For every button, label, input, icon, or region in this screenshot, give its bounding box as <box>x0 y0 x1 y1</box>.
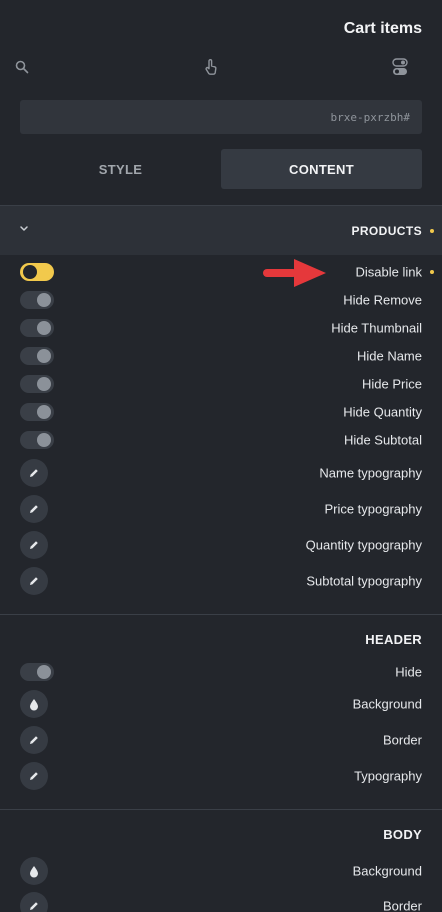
toggle-icon[interactable] <box>390 56 410 78</box>
hide-name-toggle[interactable] <box>20 347 54 365</box>
droplet-icon[interactable] <box>20 690 48 718</box>
tab-style[interactable]: STYLE <box>20 149 221 189</box>
control-label: Hide Price <box>362 376 422 392</box>
control-label: Typography <box>354 768 422 784</box>
hide-thumbnail-toggle[interactable] <box>20 319 54 337</box>
pencil-icon[interactable] <box>20 495 48 523</box>
hide-remove-toggle[interactable] <box>20 291 54 309</box>
control-name-typography: Name typography <box>0 459 442 487</box>
pencil-icon[interactable] <box>20 459 48 487</box>
control-price-typography: Price typography <box>0 495 442 523</box>
control-quantity-typography: Quantity typography <box>0 531 442 559</box>
control-label: Background <box>352 863 422 879</box>
control-label: Hide Remove <box>343 292 422 308</box>
hide-subtotal-toggle[interactable] <box>20 431 54 449</box>
header-group-title: HEADER <box>365 632 422 647</box>
tab-content[interactable]: CONTENT <box>221 149 422 189</box>
divider <box>0 809 442 810</box>
control-body-background: Background <box>0 857 442 885</box>
control-label: Price typography <box>324 501 422 517</box>
droplet-icon[interactable] <box>20 857 48 885</box>
control-hide-thumbnail: Hide Thumbnail <box>0 314 442 342</box>
modified-indicator <box>430 270 434 274</box>
control-label: Quantity typography <box>305 537 422 553</box>
control-header-typography: Typography <box>0 762 442 790</box>
control-label: Hide <box>395 664 422 680</box>
control-label: Subtotal typography <box>306 573 422 589</box>
control-label: Hide Subtotal <box>343 432 422 448</box>
search-icon[interactable] <box>12 56 32 78</box>
products-section-header[interactable]: PRODUCTS <box>0 205 442 255</box>
control-body-border: Border <box>0 892 442 912</box>
control-label: Hide Quantity <box>343 404 422 420</box>
control-header-border: Border <box>0 726 442 754</box>
control-hide-subtotal: Hide Subtotal <box>0 426 442 454</box>
hide-price-toggle[interactable] <box>20 375 54 393</box>
products-section-title: PRODUCTS <box>351 224 422 238</box>
control-header-background: Background <box>0 690 442 718</box>
pencil-icon[interactable] <box>20 762 48 790</box>
tab-bar: STYLE CONTENT <box>20 149 422 189</box>
hide-quantity-toggle[interactable] <box>20 403 54 421</box>
control-header-hide: Hide <box>0 658 442 686</box>
control-label: Hide Thumbnail <box>331 320 422 336</box>
pencil-icon[interactable] <box>20 892 48 912</box>
control-subtotal-typography: Subtotal typography <box>0 567 442 595</box>
header-hide-toggle[interactable] <box>20 663 54 681</box>
control-hide-quantity: Hide Quantity <box>0 398 442 426</box>
control-hide-name: Hide Name <box>0 342 442 370</box>
disable-link-toggle[interactable] <box>20 263 54 281</box>
pencil-icon[interactable] <box>20 567 48 595</box>
pencil-icon[interactable] <box>20 726 48 754</box>
pencil-icon[interactable] <box>20 531 48 559</box>
body-group-title: BODY <box>383 827 422 842</box>
css-selector-value: brxe-pxrzbh# <box>330 110 410 124</box>
control-disable-link: Disable link <box>0 258 442 286</box>
control-label: Disable link <box>355 264 422 280</box>
panel-title: Cart items <box>343 20 422 37</box>
chevron-down-icon[interactable] <box>18 222 30 237</box>
control-label: Border <box>382 898 422 912</box>
control-hide-price: Hide Price <box>0 370 442 398</box>
control-label: Background <box>352 696 422 712</box>
pointer-icon[interactable] <box>201 56 221 78</box>
control-label: Name typography <box>319 465 422 481</box>
css-selector-field[interactable]: brxe-pxrzbh# <box>20 100 422 134</box>
control-label: Border <box>382 732 422 748</box>
control-hide-remove: Hide Remove <box>0 286 442 314</box>
annotation-arrow-icon <box>263 259 326 287</box>
control-label: Hide Name <box>356 348 422 364</box>
toolbar <box>0 56 442 82</box>
modified-indicator <box>430 229 434 233</box>
divider <box>0 614 442 615</box>
